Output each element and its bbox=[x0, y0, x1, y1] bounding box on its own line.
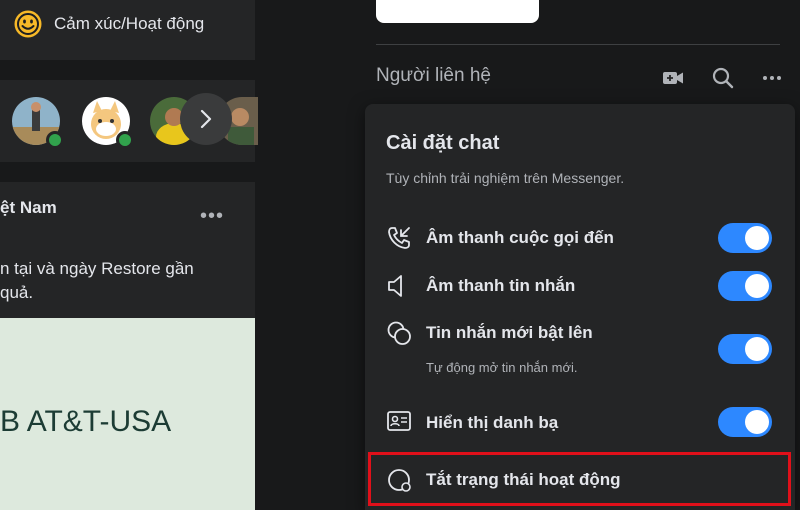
chat-settings-subtitle: Tùy chỉnh trải nghiệm trên Messenger. bbox=[386, 170, 625, 186]
message-sound-toggle[interactable] bbox=[718, 271, 772, 301]
active-status-icon bbox=[388, 469, 411, 492]
show-contacts-label: Hiển thị danh bạ bbox=[426, 413, 559, 432]
feed-divider bbox=[0, 162, 255, 182]
more-options-icon[interactable] bbox=[760, 66, 784, 90]
show-contacts-toggle[interactable] bbox=[718, 407, 772, 437]
feed-divider bbox=[0, 60, 255, 80]
post-author-name[interactable]: ệt Nam bbox=[0, 198, 57, 218]
new-room-video-icon[interactable] bbox=[661, 66, 685, 90]
incoming-call-icon bbox=[388, 227, 410, 249]
search-icon[interactable] bbox=[711, 66, 735, 90]
smiley-emoji-icon[interactable] bbox=[13, 9, 43, 39]
new-message-popup-description: Tự động mở tin nhắn mới. bbox=[426, 360, 578, 375]
sponsored-card[interactable] bbox=[376, 0, 539, 23]
online-status-dot bbox=[46, 131, 64, 149]
post-more-options-icon[interactable]: ••• bbox=[200, 205, 224, 228]
chevron-right-icon bbox=[200, 109, 212, 129]
contacts-heading: Người liên hệ bbox=[376, 65, 491, 86]
incoming-call-sound-label: Âm thanh cuộc gọi đến bbox=[426, 228, 614, 247]
sidebar-divider bbox=[376, 44, 780, 45]
online-status-dot bbox=[116, 131, 134, 149]
new-message-popup-label: Tin nhắn mới bật lên bbox=[426, 323, 593, 342]
chat-bubbles-icon bbox=[387, 321, 411, 345]
post-image-text: B AT&T-USA bbox=[0, 405, 172, 438]
new-message-popup-toggle[interactable] bbox=[718, 334, 772, 364]
chat-settings-panel bbox=[365, 104, 795, 510]
incoming-call-sound-toggle[interactable] bbox=[718, 223, 772, 253]
next-contacts-button[interactable] bbox=[180, 93, 232, 145]
chat-settings-title: Cài đặt chat bbox=[386, 132, 500, 154]
speaker-icon bbox=[388, 275, 402, 297]
post-text: n tại và ngày Restore gần quả. bbox=[0, 259, 194, 302]
message-sound-label: Âm thanh tin nhắn bbox=[426, 276, 576, 295]
feeling-activity-button[interactable]: Cảm xúc/Hoạt động bbox=[54, 14, 204, 34]
turn-off-active-status-label: Tắt trạng thái hoạt động bbox=[426, 470, 621, 489]
contact-card-icon bbox=[387, 411, 411, 431]
